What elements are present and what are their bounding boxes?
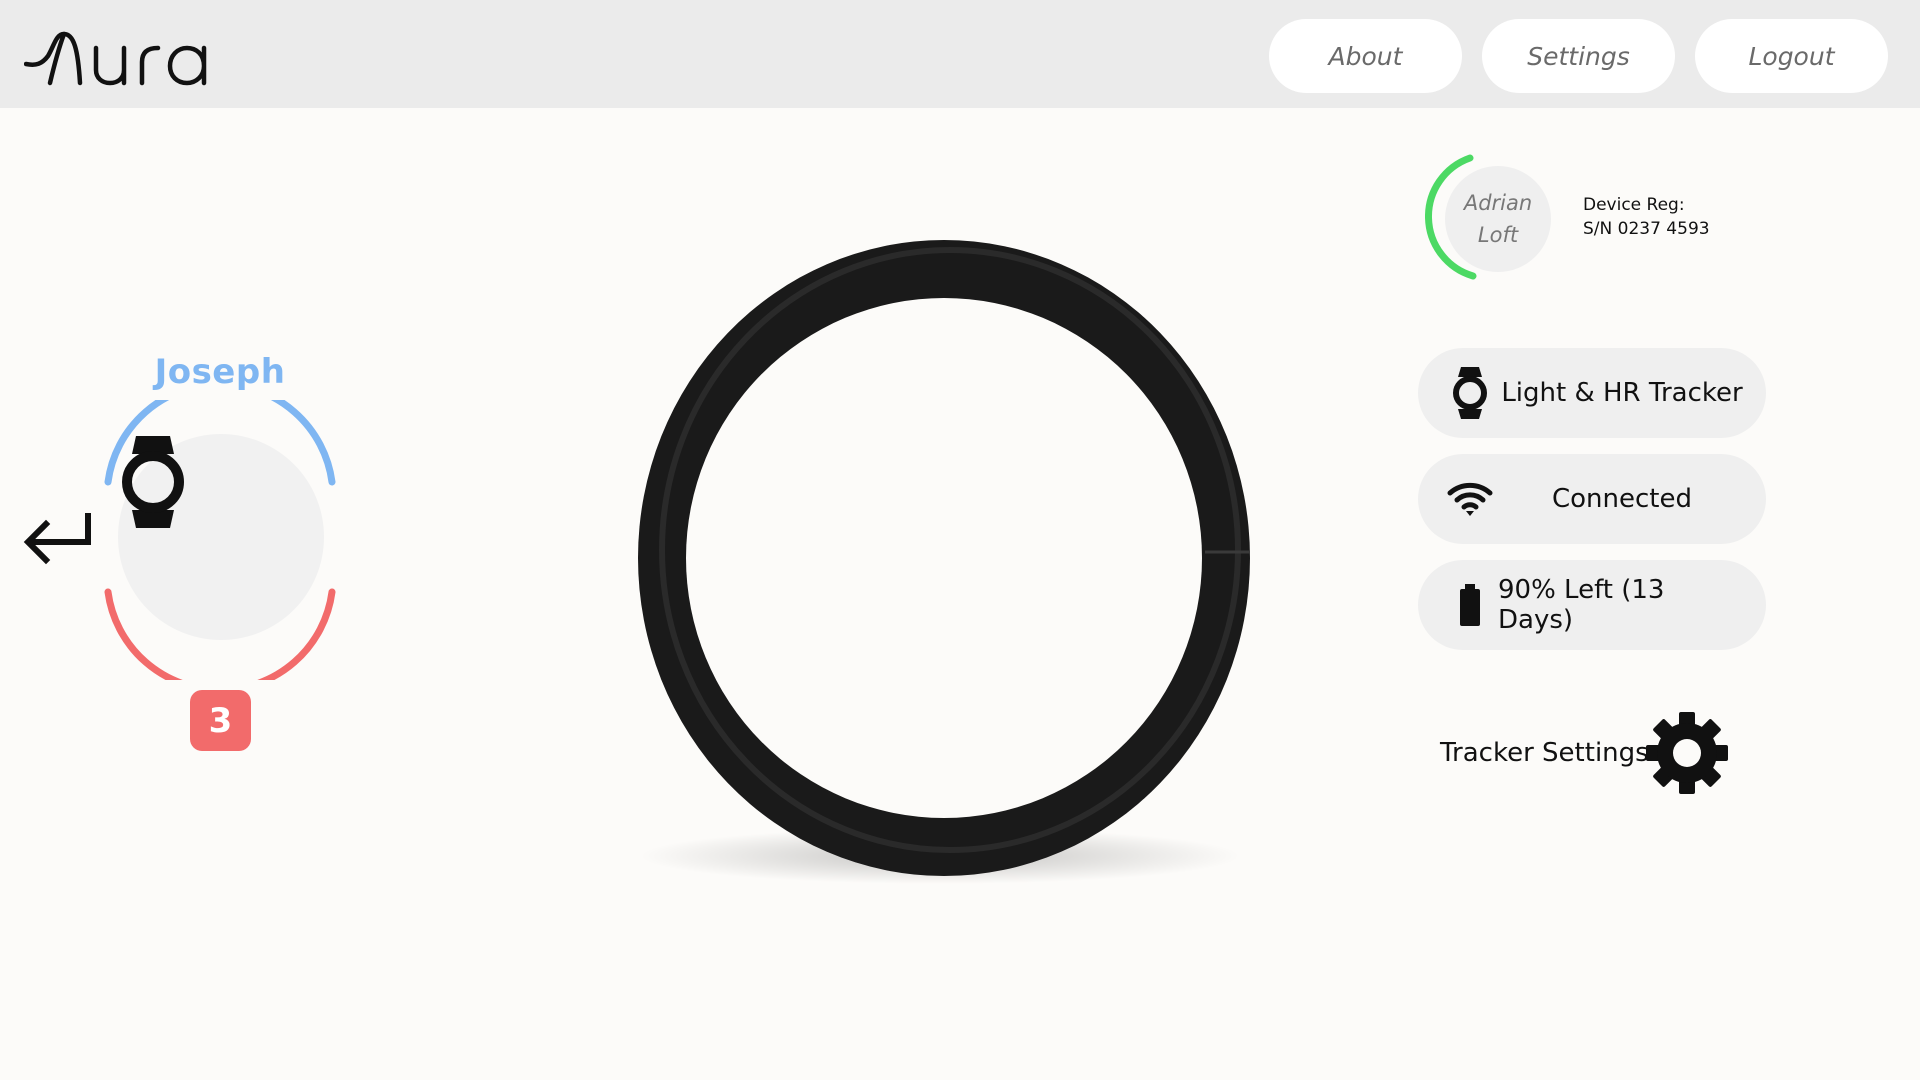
settings-button[interactable]: Settings xyxy=(1482,19,1675,93)
profile-first-name: Adrian xyxy=(1463,191,1533,215)
tracker-settings-label: Tracker Settings xyxy=(1440,738,1649,768)
ring-inner xyxy=(686,298,1202,818)
tracker-type-status: Light & HR Tracker xyxy=(1418,348,1766,438)
return-arrow-icon[interactable] xyxy=(22,512,94,568)
device-reg-label: Device Reg: xyxy=(1583,195,1685,215)
smartwatch-icon xyxy=(1440,363,1500,423)
profile-last-name: Loft xyxy=(1477,223,1519,247)
tracker-settings-button[interactable]: Tracker Settings xyxy=(1436,710,1736,800)
logout-button[interactable]: Logout xyxy=(1695,19,1888,93)
tracker-type-label: Light & HR Tracker xyxy=(1501,378,1743,408)
user-selector-dial[interactable] xyxy=(96,400,346,680)
device-serial: S/N 0237 4593 xyxy=(1583,219,1710,239)
notification-badge[interactable]: 3 xyxy=(190,690,251,751)
about-button[interactable]: About xyxy=(1269,19,1462,93)
gear-icon[interactable] xyxy=(1644,710,1730,796)
connection-status: Connected xyxy=(1418,454,1766,544)
connection-label: Connected xyxy=(1551,484,1692,514)
top-bar: About Settings Logout xyxy=(0,0,1920,108)
profile-avatar: Adrian Loft xyxy=(1445,166,1551,272)
device-registration: Device Reg: S/N 0237 4593 xyxy=(1583,193,1710,241)
aura-logo-mark xyxy=(23,31,207,86)
ring-device-image xyxy=(620,220,1280,900)
aura-logo[interactable] xyxy=(23,26,224,90)
battery-label: 90% Left (13 Days) xyxy=(1498,575,1665,635)
battery-icon xyxy=(1440,575,1500,635)
battery-status: 90% Left (13 Days) xyxy=(1418,560,1766,650)
wifi-icon xyxy=(1440,469,1500,529)
user-profile[interactable]: Adrian Loft xyxy=(1425,154,1565,284)
smartwatch-icon xyxy=(122,436,184,528)
user-device-avatar[interactable] xyxy=(118,434,324,640)
selected-user-name[interactable]: Joseph xyxy=(120,352,320,392)
